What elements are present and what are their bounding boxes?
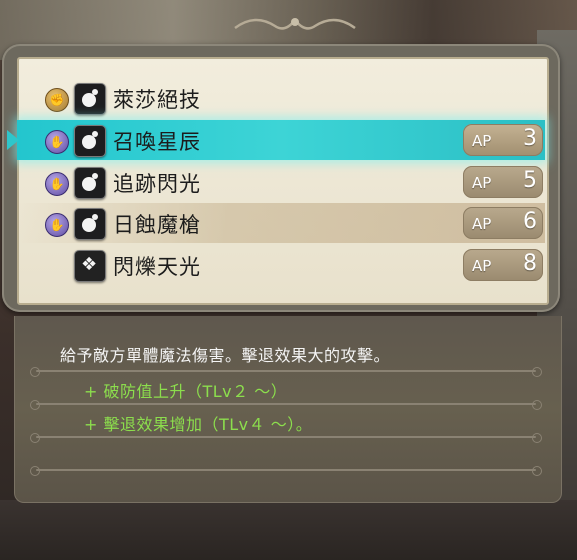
skill-row-selected[interactable]: ✋ 召喚星辰 AP 3 [7,120,545,160]
ap-value: 3 [523,126,537,151]
bonus-line: + 擊退效果增加（TLv４ ～）。 [84,415,313,434]
burst-icon [74,208,106,240]
skill-description: 給予敵方單體魔法傷害。擊退效果大的攻擊。 [60,346,391,365]
divider [30,367,542,377]
ap-value: 5 [523,168,537,193]
background-floor [0,500,577,560]
skill-name: 日蝕魔槍 [113,213,201,237]
ap-value: 6 [523,209,537,234]
burst-icon [74,83,106,115]
skill-row[interactable]: ❖ 閃爍天光 AP 8 [17,245,545,285]
divider [30,400,542,410]
bonus-line: + 破防值上升（TLv２ ～） [84,382,288,401]
skill-row[interactable]: ✊ 萊莎絕技 [17,78,545,118]
frame-ornament [234,17,356,30]
ap-label: AP [472,215,492,233]
skill-name: 召喚星辰 [113,130,201,154]
wolf-icon: ❖ [74,250,106,282]
ap-value: 8 [523,251,537,276]
hand-icon: ✋ [45,213,69,237]
divider [30,433,542,443]
ap-cost-badge: AP 5 [463,166,543,198]
skill-row[interactable]: ✋ 追跡閃光 AP 5 [17,162,545,202]
divider [30,466,542,476]
skill-name: 萊莎絕技 [113,88,201,112]
hand-icon: ✋ [45,130,69,154]
hand-icon: ✋ [45,172,69,196]
ap-label: AP [472,174,492,192]
selection-pointer-icon [7,130,19,150]
skill-name: 追跡閃光 [113,172,201,196]
ap-label: AP [472,257,492,275]
skill-name: 閃爍天光 [113,255,201,279]
fist-icon: ✊ [45,88,69,112]
ap-cost-badge: AP 6 [463,207,543,239]
skill-row[interactable]: ✋ 日蝕魔槍 AP 6 [17,203,545,243]
ap-label: AP [472,132,492,150]
burst-icon [74,167,106,199]
ap-cost-badge: AP 8 [463,249,543,281]
ap-cost-badge: AP 3 [463,124,543,156]
burst-icon [74,125,106,157]
